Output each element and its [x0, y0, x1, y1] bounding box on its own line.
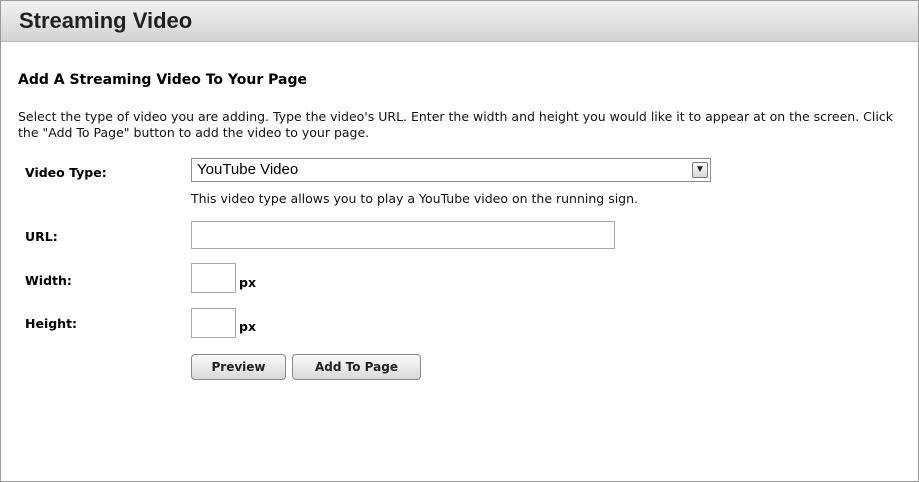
video-type-label: Video Type:: [25, 165, 107, 180]
streaming-video-panel: Streaming Video Add A Streaming Video To…: [0, 0, 919, 482]
height-input[interactable]: [191, 308, 236, 338]
video-type-selected-value: YouTube Video: [197, 161, 299, 178]
video-type-select[interactable]: YouTube Video ▼: [191, 158, 711, 182]
height-label: Height:: [25, 316, 78, 331]
height-unit: px: [239, 319, 257, 334]
section-subtitle: Add A Streaming Video To Your Page: [18, 72, 307, 88]
width-unit: px: [239, 275, 257, 290]
panel-header: Streaming Video: [1, 1, 918, 42]
add-to-page-button[interactable]: Add To Page: [292, 354, 421, 380]
url-input[interactable]: [191, 221, 615, 249]
chevron-down-icon[interactable]: ▼: [692, 162, 708, 178]
preview-button[interactable]: Preview: [191, 354, 286, 380]
page-title: Streaming Video: [19, 8, 193, 33]
width-input[interactable]: [191, 263, 236, 293]
url-label: URL:: [25, 229, 58, 244]
width-label: Width:: [25, 273, 72, 288]
video-type-hint: This video type allows you to play a You…: [191, 191, 639, 206]
instructions-text: Select the type of video you are adding.…: [18, 109, 893, 140]
